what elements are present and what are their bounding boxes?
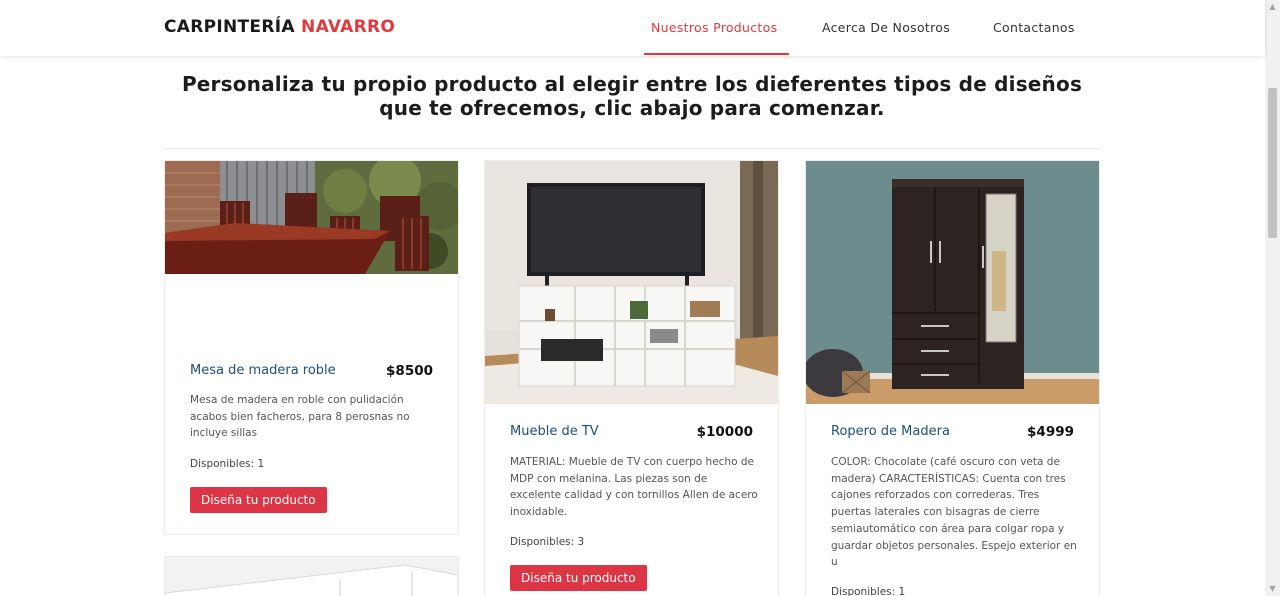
brand-name-accent: NAVARRO <box>301 17 396 37</box>
brand-name: CARPINTERÍA <box>164 17 295 37</box>
product-stock: Disponibles: 1 <box>831 586 906 596</box>
heading-divider <box>164 148 1100 149</box>
nav-active-indicator <box>644 53 789 55</box>
product-price: $4999 <box>1027 424 1074 440</box>
scrollbar-thumb[interactable] <box>1268 88 1277 238</box>
product-title[interactable]: Ropero de Madera <box>831 424 950 439</box>
product-price: $10000 <box>696 424 753 440</box>
product-card: Mesa de madera roble $8500 Mesa de mader… <box>164 160 459 535</box>
scroll-up-arrow-icon[interactable]: ▲ <box>1265 0 1280 14</box>
product-image-wardrobe <box>806 161 1099 404</box>
page-scrollbar[interactable]: ▲ ▼ <box>1265 0 1280 596</box>
product-image-tv-stand <box>485 161 778 404</box>
nav-item-products[interactable]: Nuestros Productos <box>651 0 777 56</box>
product-title[interactable]: Mueble de TV <box>510 424 599 439</box>
product-price: $8500 <box>386 363 433 379</box>
product-stock: Disponibles: 3 <box>510 536 585 548</box>
product-description: COLOR: Chocolate (café oscuro con veta d… <box>831 456 1077 569</box>
nav-item-contact[interactable]: Contactanos <box>993 0 1075 56</box>
product-stock: Disponibles: 1 <box>190 458 265 470</box>
design-product-button[interactable]: Diseña tu producto <box>190 487 327 513</box>
nav-item-about[interactable]: Acerca De Nosotros <box>822 0 950 56</box>
design-product-button[interactable]: Diseña tu producto <box>510 565 647 591</box>
product-description: MATERIAL: Mueble de TV con cuerpo hecho … <box>510 456 758 519</box>
navbar: CARPINTERÍA NAVARRO Nuestros Productos A… <box>0 0 1265 56</box>
product-card: Mueble de TV $10000 MATERIAL: Mueble de … <box>484 160 779 596</box>
product-image-table <box>165 161 458 274</box>
scroll-down-arrow-icon[interactable]: ▼ <box>1265 582 1280 596</box>
product-image-white-cabinet <box>165 557 458 596</box>
product-card: Ropero de Madera $4999 COLOR: Chocolate … <box>805 160 1100 596</box>
product-description: Mesa de madera en roble con pulidación a… <box>190 394 410 440</box>
product-title[interactable]: Mesa de madera roble <box>190 363 336 378</box>
brand-logo[interactable]: CARPINTERÍA NAVARRO <box>164 17 395 37</box>
product-card-partial <box>164 556 459 596</box>
page-heading: Personaliza tu propio producto al elegir… <box>181 72 1083 120</box>
